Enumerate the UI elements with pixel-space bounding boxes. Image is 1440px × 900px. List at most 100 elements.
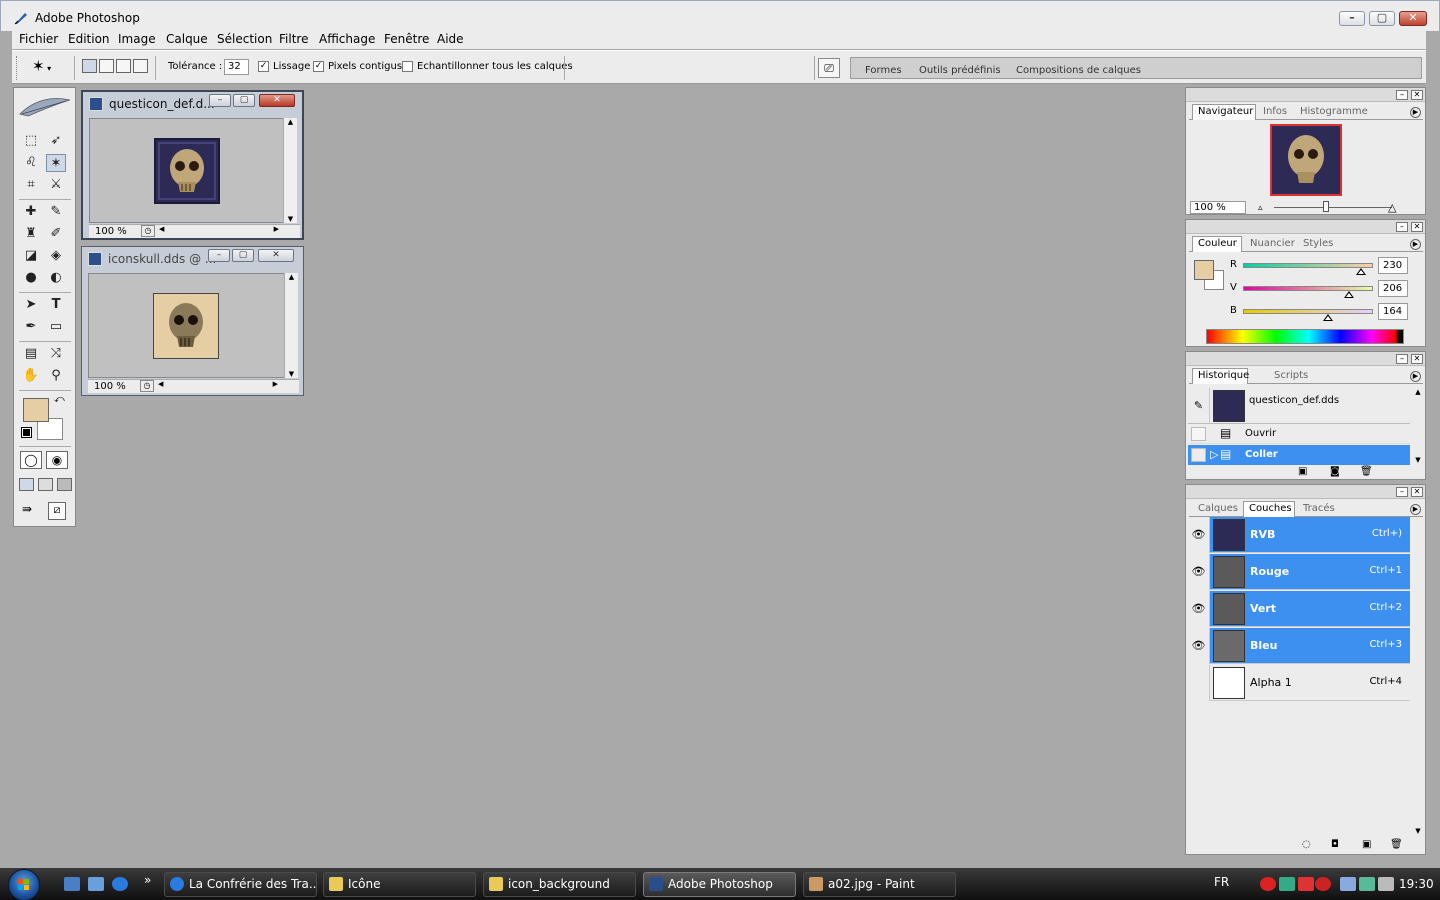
internet-explorer-icon[interactable]	[112, 877, 128, 891]
pixels-contigus-checkbox[interactable]: ✓	[313, 61, 324, 72]
pen-tool[interactable]: ✒	[21, 318, 41, 336]
eyedropper-tool[interactable]: ⤨	[46, 345, 66, 363]
well-tab-compositions[interactable]: Compositions de calques	[1016, 65, 1141, 76]
doc-maximize-button[interactable]: ▢	[232, 249, 254, 262]
flash-tray-icon[interactable]	[1315, 877, 1331, 891]
network-tray-icon[interactable]	[1279, 877, 1295, 891]
full-screen-menu-mode-icon[interactable]	[38, 478, 53, 491]
well-tab-formes[interactable]: Formes	[865, 65, 902, 76]
tab-couches[interactable]: Couches	[1249, 503, 1292, 514]
channel-row-alpha[interactable]: Alpha 1 Ctrl+4	[1188, 665, 1410, 701]
rectangular-marquee-tool[interactable]: ⬚	[21, 132, 41, 150]
panel-minimize-button[interactable]: –	[1396, 90, 1408, 100]
doc-minimize-button[interactable]: –	[208, 249, 230, 262]
monitor-tray-icon[interactable]	[1359, 877, 1375, 891]
menu-fichier[interactable]: Fichier	[19, 32, 58, 46]
taskbar-item-confrerie[interactable]: La Confrérie des Tra...	[164, 872, 317, 897]
crop-tool[interactable]: ⌗	[21, 176, 41, 194]
new-snapshot-icon[interactable]: ◙	[1330, 466, 1340, 477]
type-tool[interactable]: T	[46, 296, 66, 314]
delete-state-icon[interactable]: 🗑	[1360, 466, 1373, 477]
blur-tool[interactable]: ●	[21, 269, 41, 287]
default-colors-icon[interactable]	[21, 427, 32, 438]
b-slider-thumb[interactable]	[1322, 314, 1333, 321]
history-scrollbar[interactable]: ▲ ▼	[1412, 388, 1424, 464]
v-slider-thumb[interactable]	[1344, 291, 1355, 298]
tab-traces[interactable]: Tracés	[1303, 503, 1335, 514]
vertical-scrollbar[interactable]: ▲ ▼	[283, 118, 297, 223]
dodge-tool[interactable]: ◐	[46, 269, 66, 287]
foreground-color-chip[interactable]	[1194, 260, 1214, 280]
channel-row-rouge[interactable]: 👁 Rouge Ctrl+1	[1188, 554, 1410, 590]
doc-maximize-button[interactable]: ▢	[233, 94, 255, 107]
horizontal-scrollbar[interactable]: ◀ ▶	[158, 380, 278, 392]
hand-tool[interactable]: ✋	[21, 367, 41, 385]
show-desktop-icon[interactable]	[64, 877, 80, 891]
history-item-selected[interactable]: ▷ ▤ Coller	[1188, 445, 1410, 465]
panel-close-button[interactable]: ✕	[1411, 354, 1423, 364]
taskbar-item-photoshop[interactable]: Adobe Photoshop	[643, 872, 796, 897]
add-selection-mode-icon[interactable]	[99, 59, 114, 73]
quick-mask-icon[interactable]: ◉	[46, 451, 68, 469]
echantillonner-checkbox[interactable]	[402, 61, 413, 72]
brush-tool[interactable]: ✎	[46, 203, 66, 221]
panel-menu-icon[interactable]: ▶	[1410, 107, 1421, 118]
delete-channel-icon[interactable]: 🗑	[1390, 839, 1403, 850]
tab-nuancier[interactable]: Nuancier	[1250, 238, 1295, 249]
magic-wand-preset-icon[interactable]: ✶ ▾	[32, 57, 68, 77]
paint-bucket-tool[interactable]: ◈	[46, 247, 66, 265]
channel-row-rvb[interactable]: 👁 RVB Ctrl+)	[1188, 517, 1410, 553]
zoom-level[interactable]: 100 %	[95, 226, 127, 237]
menu-calque[interactable]: Calque	[166, 32, 208, 46]
panel-menu-icon[interactable]: ▶	[1410, 504, 1421, 515]
document-canvas[interactable]	[89, 118, 287, 223]
subtract-selection-mode-icon[interactable]	[116, 59, 131, 73]
panel-header[interactable]: – ✕	[1186, 88, 1425, 102]
channel-row-vert[interactable]: 👁 Vert Ctrl+2	[1188, 591, 1410, 627]
slice-tool[interactable]: ⚔	[46, 176, 66, 194]
eye-icon[interactable]: 👁	[1188, 517, 1210, 553]
b-slider[interactable]	[1243, 309, 1373, 321]
standard-mode-icon[interactable]: ◯	[20, 451, 42, 469]
tab-histogramme[interactable]: Histogramme	[1300, 106, 1368, 117]
panel-close-button[interactable]: ✕	[1411, 487, 1423, 497]
menu-aide[interactable]: Aide	[437, 32, 464, 46]
panel-header[interactable]: – ✕	[1186, 220, 1425, 234]
imageready-icon[interactable]: ⧄	[48, 502, 66, 520]
zoom-level[interactable]: 100 %	[94, 381, 126, 392]
save-selection-channel-icon[interactable]: ◘	[1331, 839, 1339, 850]
zoom-slider-thumb[interactable]	[1323, 201, 1329, 212]
swap-colors-icon[interactable]: ⤺	[54, 394, 65, 405]
volume-tray-icon[interactable]	[1378, 877, 1394, 891]
start-button[interactable]	[8, 869, 40, 900]
move-tool[interactable]: ➶	[46, 132, 66, 150]
history-source-box[interactable]	[1191, 448, 1206, 462]
load-channel-selection-icon[interactable]: ◌	[1302, 839, 1311, 850]
menu-affichage[interactable]: Affichage	[319, 32, 375, 46]
switch-windows-icon[interactable]	[88, 877, 104, 891]
tab-scripts[interactable]: Scripts	[1274, 370, 1308, 381]
notes-tool[interactable]: ▤	[21, 345, 41, 363]
channel-row-bleu[interactable]: 👁 Bleu Ctrl+3	[1188, 628, 1410, 664]
panel-header[interactable]: – ✕	[1186, 352, 1425, 366]
history-brush-source-icon[interactable]: ✎	[1188, 388, 1210, 424]
document-window-questicon[interactable]: questicon_def.d... – ▢ ✕ ▲ ▼ 100 % ◷ ◀ ▶	[81, 90, 304, 240]
foreground-color-swatch[interactable]	[23, 398, 49, 422]
r-slider[interactable]	[1243, 263, 1373, 275]
healing-brush-tool[interactable]: ✚	[21, 203, 41, 221]
language-indicator[interactable]: FR	[1214, 875, 1229, 889]
jump-to-imageready-icon[interactable]: ⇛	[22, 502, 46, 520]
well-tab-outils[interactable]: Outils prédéfinis	[919, 65, 1001, 76]
zoom-tool[interactable]: ⚲	[46, 367, 66, 385]
lasso-tool[interactable]: ♌	[21, 154, 41, 172]
tab-calques[interactable]: Calques	[1198, 503, 1238, 514]
zoom-slider-track[interactable]	[1274, 207, 1392, 208]
b-value[interactable]: 164	[1378, 303, 1408, 320]
doc-close-button[interactable]: ✕	[259, 94, 295, 107]
menu-edition[interactable]: Edition	[68, 32, 110, 46]
connection-tray-icon[interactable]	[1340, 877, 1356, 891]
r-slider-thumb[interactable]	[1356, 268, 1367, 275]
navigator-preview[interactable]	[1270, 124, 1342, 196]
menu-image[interactable]: Image	[118, 32, 156, 46]
close-button[interactable]: ✕	[1399, 11, 1427, 26]
